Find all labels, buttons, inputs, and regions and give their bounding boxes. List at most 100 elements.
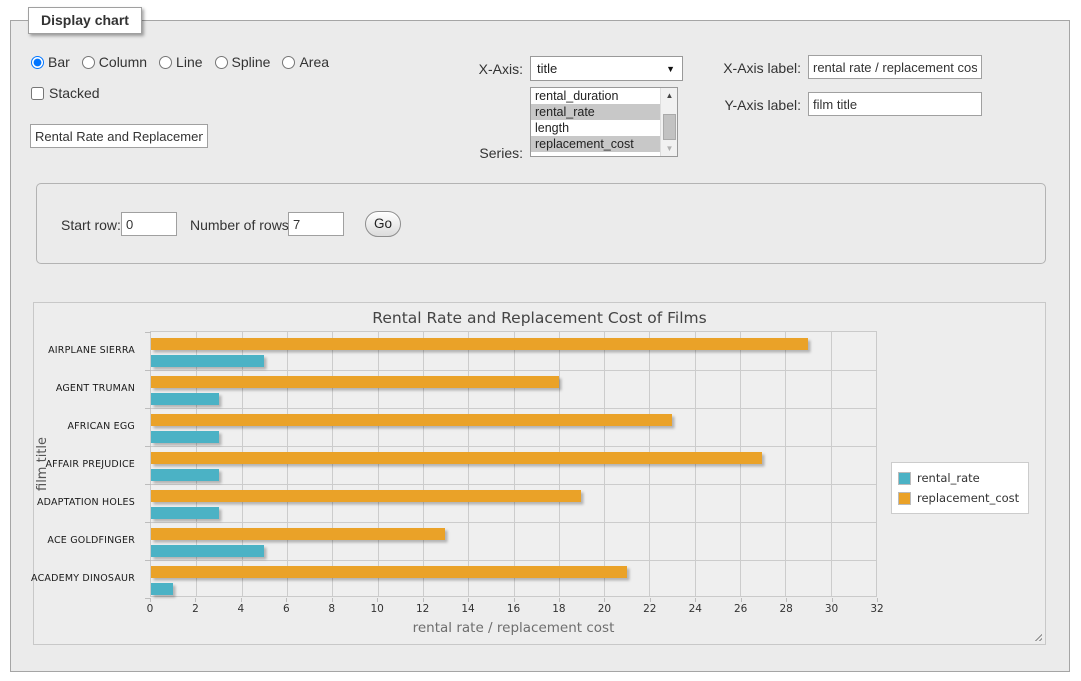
x-axis-select-label: X-Axis: <box>411 61 523 77</box>
bar-replacement_cost <box>151 528 445 540</box>
radio-spline[interactable] <box>215 56 228 69</box>
series-listbox-label: Series: <box>411 145 523 161</box>
bar-group-african-egg <box>151 408 876 446</box>
x-tick-mark <box>286 598 287 602</box>
bar-rental_rate <box>151 545 264 557</box>
chart-plot-area <box>150 331 877 597</box>
category-label: AGENT TRUMAN <box>34 369 143 407</box>
x-tick-label: 28 <box>779 603 792 615</box>
chart-type-column[interactable]: Column <box>82 54 147 70</box>
x-tick-mark <box>423 598 424 602</box>
scroll-down-icon[interactable]: ▼ <box>661 141 678 156</box>
chart-type-spline[interactable]: Spline <box>215 54 271 70</box>
category-label: ACE GOLDFINGER <box>34 521 143 559</box>
series-options: rental_durationrental_ratelengthreplacem… <box>531 88 660 152</box>
bar-replacement_cost <box>151 452 762 464</box>
radio-bar[interactable] <box>31 56 44 69</box>
x-tick-mark <box>195 598 196 602</box>
x-tick-mark <box>377 598 378 602</box>
radio-label: Column <box>99 54 147 70</box>
bar-replacement_cost <box>151 490 581 502</box>
chart-type-bar[interactable]: Bar <box>31 54 70 70</box>
x-tick-mark <box>877 598 878 602</box>
category-label: ADAPTATION HOLES <box>34 483 143 521</box>
bar-rental_rate <box>151 583 173 595</box>
chart-title: Rental Rate and Replacement Cost of Film… <box>34 309 1045 327</box>
y-axis-label-field-label: Y-Axis label: <box>656 97 801 113</box>
stacked-checkbox[interactable] <box>31 87 44 100</box>
x-tick-mark <box>832 598 833 602</box>
chart-legend: rental_rate replacement_cost <box>891 462 1029 514</box>
start-row-input[interactable] <box>121 212 177 236</box>
x-tick-label: 4 <box>238 603 245 615</box>
chart-resize-handle-icon[interactable] <box>1032 631 1042 641</box>
x-tick-label: 12 <box>416 603 429 615</box>
x-tick-label: 0 <box>147 603 154 615</box>
chart-container: Rental Rate and Replacement Cost of Film… <box>33 302 1046 645</box>
radio-area[interactable] <box>282 56 295 69</box>
chart-x-axis-title: rental rate / replacement cost <box>150 620 877 636</box>
x-tick-mark <box>332 598 333 602</box>
x-axis-selected-value: title <box>537 61 557 76</box>
x-tick-mark <box>150 598 151 602</box>
chart-x-ticks: 02468101214161820222426283032 <box>150 598 877 618</box>
radio-line[interactable] <box>159 56 172 69</box>
bar-group-airplane-sierra <box>151 332 876 370</box>
x-tick-mark <box>650 598 651 602</box>
x-axis-label-input[interactable] <box>808 55 982 79</box>
page: Display chart Bar Column Line Spline Area St… <box>0 0 1081 681</box>
legend-label: replacement_cost <box>917 491 1019 505</box>
x-tick-label: 6 <box>283 603 290 615</box>
radio-label: Bar <box>48 54 70 70</box>
start-row-label: Start row: <box>61 217 121 233</box>
bar-replacement_cost <box>151 414 672 426</box>
bar-replacement_cost <box>151 338 808 350</box>
x-tick-mark <box>604 598 605 602</box>
y-axis-label-input[interactable] <box>808 92 982 116</box>
number-of-rows-label: Number of rows: <box>190 217 293 233</box>
x-tick-label: 8 <box>328 603 335 615</box>
x-tick-label: 32 <box>870 603 883 615</box>
radio-label: Line <box>176 54 202 70</box>
series-option-replacement_cost[interactable]: replacement_cost <box>531 136 660 152</box>
x-tick-mark <box>786 598 787 602</box>
display-chart-panel: Display chart BarColumnLineSplineArea St… <box>10 20 1070 672</box>
chart-title-input[interactable] <box>30 124 208 148</box>
x-tick-label: 20 <box>598 603 611 615</box>
scrollbar-thumb[interactable] <box>663 114 676 140</box>
legend-swatch-rental_rate <box>898 472 911 485</box>
bar-rental_rate <box>151 507 219 519</box>
panel-title: Display chart <box>28 7 142 34</box>
stacked-checkbox-row[interactable]: Stacked <box>31 85 100 101</box>
number-of-rows-input[interactable] <box>288 212 344 236</box>
x-tick-label: 24 <box>689 603 702 615</box>
radio-column[interactable] <box>82 56 95 69</box>
chart-type-area[interactable]: Area <box>282 54 329 70</box>
legend-item-rental_rate: rental_rate <box>898 468 1019 488</box>
series-option-rental_duration[interactable]: rental_duration <box>531 88 660 104</box>
row-range-box: Start row: Number of rows: Go <box>36 183 1046 264</box>
x-axis-label-field-label: X-Axis label: <box>656 60 801 76</box>
bar-rental_rate <box>151 355 264 367</box>
series-option-rental_rate[interactable]: rental_rate <box>531 104 660 120</box>
x-tick-mark <box>559 598 560 602</box>
x-tick-label: 10 <box>371 603 384 615</box>
chart-type-radios: Bar Column Line Spline Area <box>31 54 329 70</box>
legend-item-replacement_cost: replacement_cost <box>898 488 1019 508</box>
x-tick-label: 14 <box>461 603 474 615</box>
x-tick-label: 18 <box>552 603 565 615</box>
legend-label: rental_rate <box>917 471 980 485</box>
x-tick-label: 16 <box>507 603 520 615</box>
bar-rental_rate <box>151 469 219 481</box>
bar-group-adaptation-holes <box>151 484 876 522</box>
bar-rental_rate <box>151 431 219 443</box>
bar-group-ace-goldfinger <box>151 522 876 560</box>
series-option-length[interactable]: length <box>531 120 660 136</box>
category-label: AIRPLANE SIERRA <box>34 331 143 369</box>
stacked-label: Stacked <box>49 85 100 101</box>
chart-type-line[interactable]: Line <box>159 54 202 70</box>
x-tick-label: 30 <box>825 603 838 615</box>
bar-rental_rate <box>151 393 219 405</box>
go-button[interactable]: Go <box>365 211 401 237</box>
x-tick-mark <box>241 598 242 602</box>
